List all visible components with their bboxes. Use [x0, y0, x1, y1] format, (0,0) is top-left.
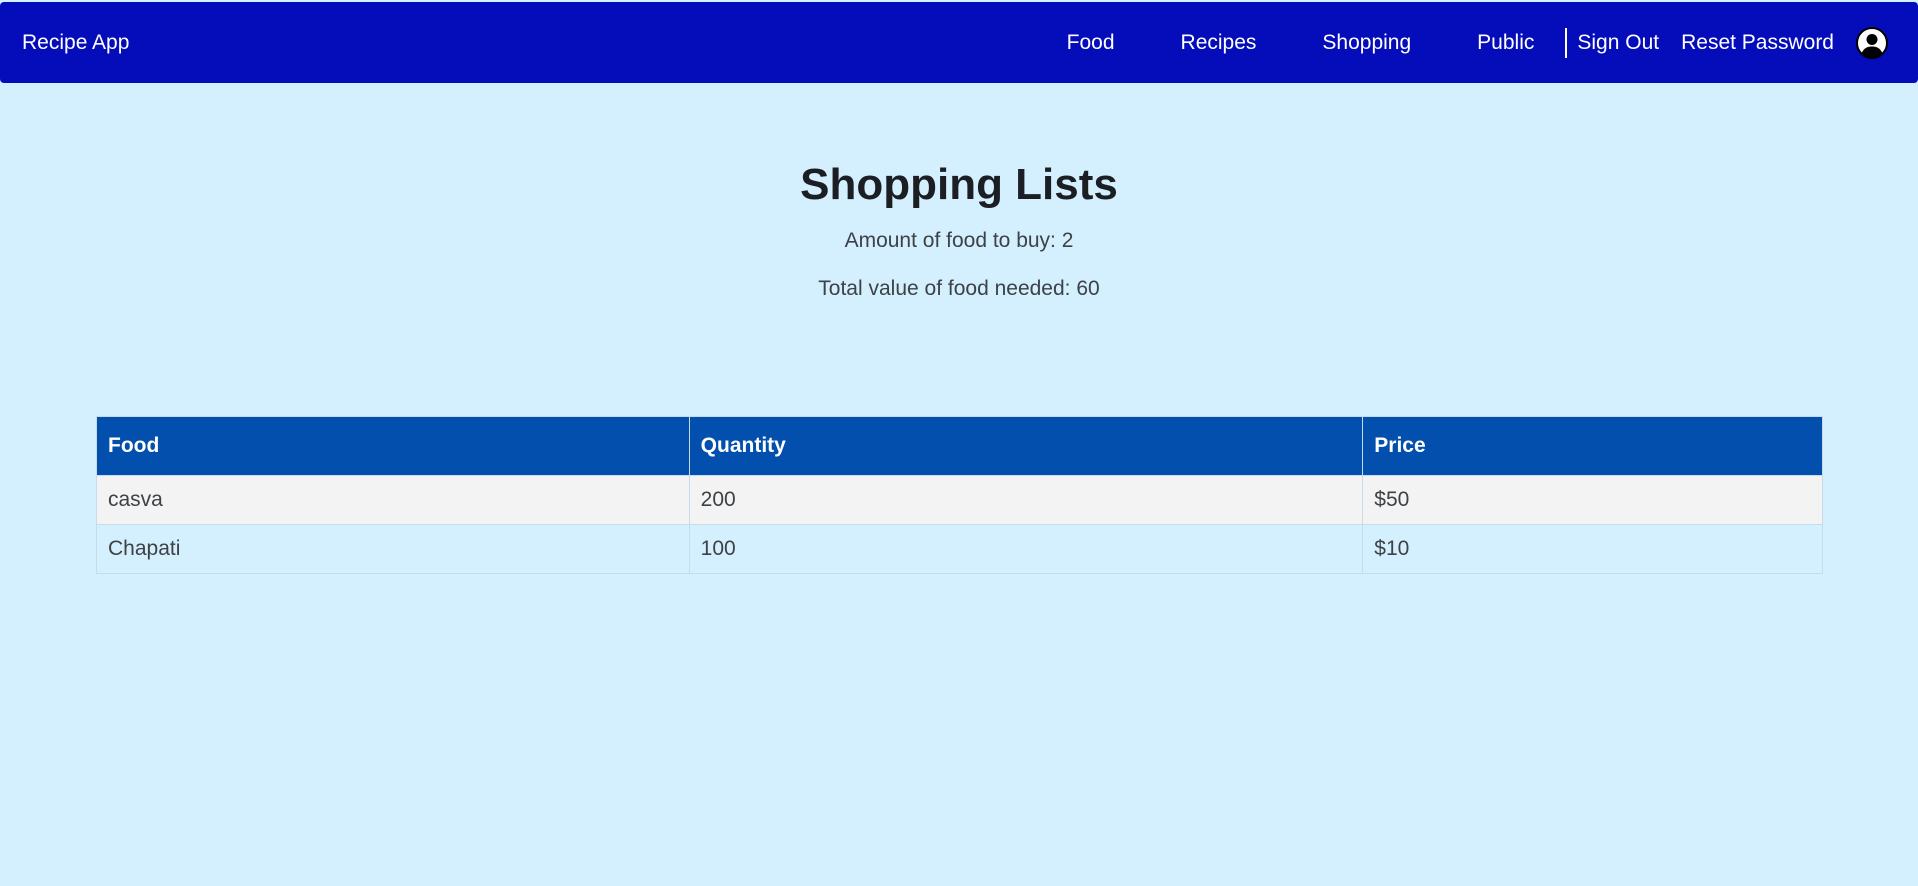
column-header-quantity: Quantity: [688, 416, 1364, 476]
food-cell: Chapati: [96, 524, 690, 574]
table-row: Chapati 100 $10: [96, 524, 1823, 574]
nav-link-reset-password[interactable]: Reset Password: [1681, 31, 1834, 55]
nav-divider: [1565, 27, 1568, 58]
column-header-food: Food: [96, 416, 690, 476]
amount-of-food-text: Amount of food to buy: 2: [844, 229, 1074, 252]
quantity-cell: 200: [688, 475, 1364, 525]
price-cell: $50: [1362, 475, 1823, 525]
nav-link-sign-out[interactable]: Sign Out: [1577, 31, 1659, 55]
nav-link-public[interactable]: Public: [1477, 31, 1534, 55]
food-cell: casva: [96, 475, 690, 525]
nav-link-recipes[interactable]: Recipes: [1181, 31, 1257, 55]
shopping-list-table: Food Quantity Price casva 200 $50 Chapat…: [96, 416, 1823, 574]
column-header-price: Price: [1362, 416, 1823, 476]
page-title: Shopping Lists: [800, 160, 1118, 209]
price-cell: $10: [1362, 524, 1823, 574]
shopping-summary: Shopping Lists Amount of food to buy: 2 …: [0, 155, 1918, 303]
brand-link[interactable]: Recipe App: [22, 2, 129, 83]
nav-link-food[interactable]: Food: [1067, 31, 1115, 55]
nav-links: Food Recipes Shopping Public Sign Out Re…: [1067, 2, 1918, 83]
table-header-row: Food Quantity Price: [96, 416, 1823, 476]
quantity-cell: 100: [688, 524, 1364, 574]
table-row: casva 200 $50: [96, 475, 1823, 525]
total-value-text: Total value of food needed: 60: [818, 277, 1100, 300]
nav-link-shopping[interactable]: Shopping: [1322, 31, 1411, 55]
user-avatar-icon[interactable]: [1856, 26, 1888, 59]
top-navbar: Recipe App Food Recipes Shopping Public …: [0, 2, 1918, 83]
